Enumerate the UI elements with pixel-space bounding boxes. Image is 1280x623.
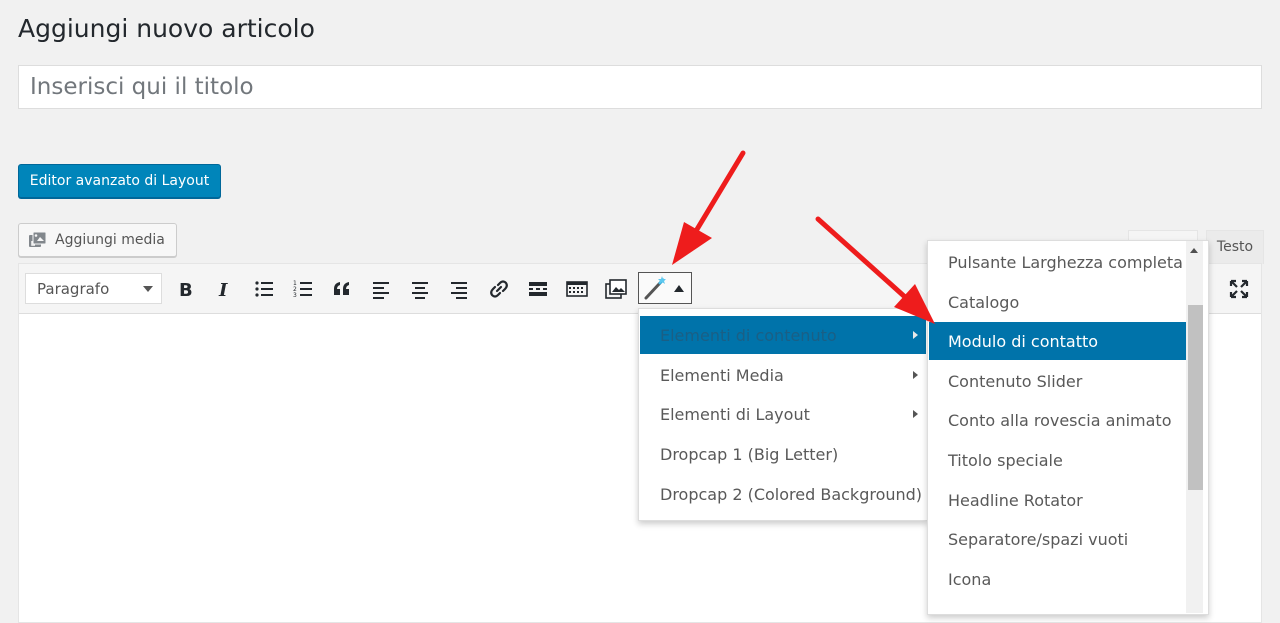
toolbar-toggle-button[interactable]	[563, 275, 591, 303]
menu-item-label: Elementi di Layout	[660, 404, 810, 424]
blockquote-button[interactable]	[328, 275, 356, 303]
menu-item-layout-elements[interactable]: Elementi di Layout	[640, 395, 926, 433]
align-right-icon	[451, 282, 467, 299]
caret-up-icon	[674, 284, 684, 292]
align-left-icon	[373, 282, 389, 299]
add-media-button[interactable]: Aggiungi media	[18, 223, 177, 257]
link-icon	[490, 280, 508, 298]
page-title: Aggiungi nuovo articolo	[18, 14, 315, 43]
numbered-list-button[interactable]: 1 2 3	[289, 275, 317, 303]
submenu-item-special-heading[interactable]: Titolo speciale	[929, 441, 1186, 479]
fullscreen-icon	[1229, 279, 1249, 299]
scroll-up-icon[interactable]	[1190, 248, 1198, 253]
numbered-list-icon: 1 2 3	[293, 280, 312, 299]
submenu-scroll-thumb[interactable]	[1188, 305, 1203, 490]
svg-text:B: B	[179, 280, 193, 300]
chevron-down-icon	[143, 286, 153, 292]
fullscreen-button[interactable]	[1225, 275, 1253, 303]
chevron-right-icon	[913, 331, 918, 339]
align-left-button[interactable]	[367, 275, 395, 303]
menu-item-media-elements[interactable]: Elementi Media	[640, 356, 926, 394]
menu-item-dropcap-2[interactable]: Dropcap 2 (Colored Background)	[640, 475, 926, 513]
insert-media-icon	[605, 279, 627, 299]
menu-item-label: Dropcap 1 (Big Letter)	[660, 444, 839, 464]
menu-item-dropcap-1[interactable]: Dropcap 1 (Big Letter)	[640, 435, 926, 473]
format-select[interactable]: Paragrafo	[25, 273, 162, 304]
menu-item-label: Elementi Media	[660, 365, 784, 385]
format-select-value: Paragrafo	[37, 279, 110, 298]
bulleted-list-button[interactable]	[250, 275, 278, 303]
read-more-button[interactable]	[524, 275, 552, 303]
toolbar-toggle-icon	[566, 281, 588, 297]
bulleted-list-icon	[255, 281, 273, 297]
add-media-label: Aggiungi media	[55, 232, 165, 248]
shortcode-wand-button[interactable]	[638, 272, 692, 304]
submenu-item-countdown[interactable]: Conto alla rovescia animato	[929, 401, 1186, 439]
svg-text:I: I	[218, 280, 228, 300]
tab-text[interactable]: Testo	[1206, 230, 1264, 264]
submenu-item-content-slider[interactable]: Contenuto Slider	[929, 362, 1186, 400]
italic-icon: I	[218, 280, 228, 300]
submenu-item-separator[interactable]: Separatore/spazi vuoti	[929, 520, 1186, 558]
submenu-item-full-width-button[interactable]: Pulsante Larghezza completa	[929, 243, 1186, 281]
content-elements-submenu: Pulsante Larghezza completa Catalogo Mod…	[927, 240, 1209, 615]
svg-text:3: 3	[293, 292, 297, 299]
magic-wand-icon	[644, 276, 666, 300]
bold-icon: B	[179, 280, 193, 300]
shortcode-menu: Elementi di contenuto Elementi Media Ele…	[638, 308, 928, 521]
read-more-icon	[529, 282, 547, 296]
bold-button[interactable]: B	[171, 275, 199, 303]
submenu-item-catalog[interactable]: Catalogo	[929, 283, 1186, 321]
media-icon	[29, 231, 47, 247]
chevron-right-icon	[913, 410, 918, 418]
advanced-layout-editor-button[interactable]: Editor avanzato di Layout	[18, 164, 221, 198]
submenu-item-contact-form[interactable]: Modulo di contatto	[929, 322, 1186, 360]
annotation-arrow	[672, 150, 746, 265]
blockquote-icon	[334, 282, 349, 295]
align-right-button[interactable]	[445, 275, 473, 303]
submenu-item-headline-rotator[interactable]: Headline Rotator	[929, 481, 1186, 519]
link-button[interactable]	[485, 275, 513, 303]
menu-item-content-elements[interactable]: Elementi di contenuto	[640, 316, 926, 354]
post-title-input[interactable]	[18, 65, 1262, 109]
menu-item-label: Elementi di contenuto	[660, 325, 837, 345]
submenu-item-icon[interactable]: Icona	[929, 560, 1186, 598]
menu-item-label: Dropcap 2 (Colored Background)	[660, 484, 923, 504]
insert-media-button[interactable]	[602, 275, 630, 303]
chevron-right-icon	[913, 371, 918, 379]
align-center-icon	[412, 282, 428, 299]
align-center-button[interactable]	[406, 275, 434, 303]
italic-button[interactable]: I	[210, 275, 238, 303]
